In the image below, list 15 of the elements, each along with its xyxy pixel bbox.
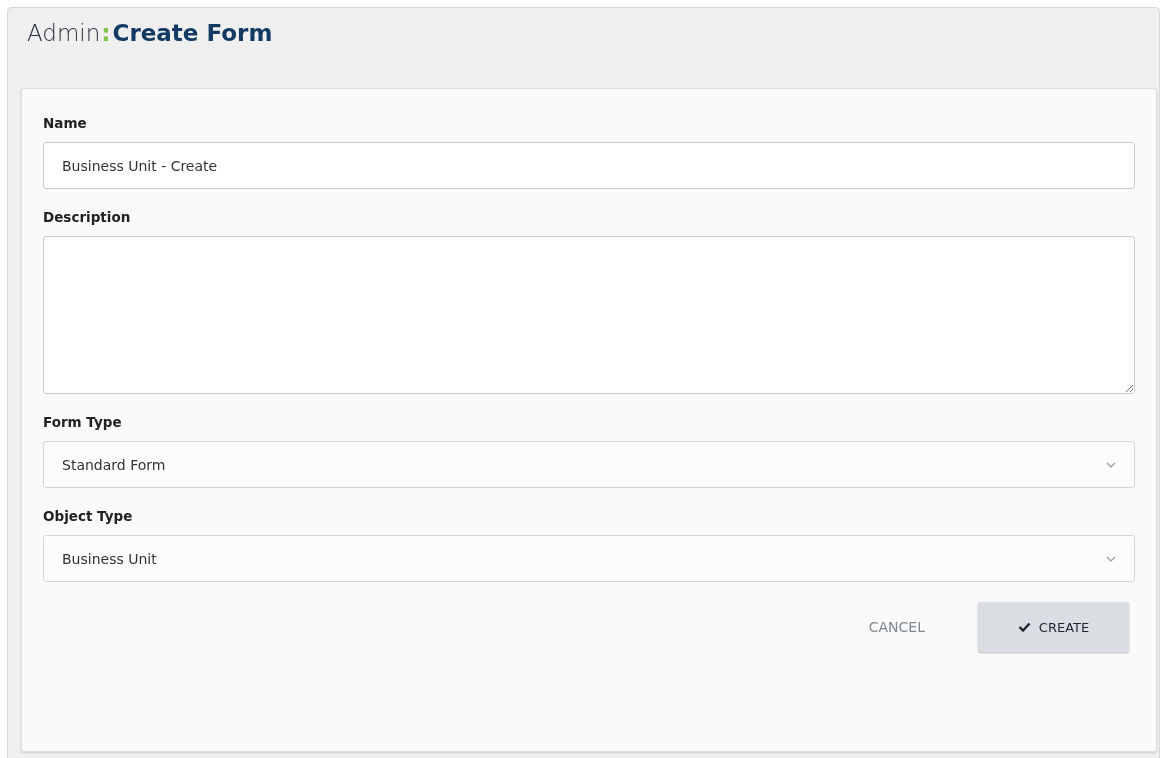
section-title: Admin	[27, 20, 101, 46]
title-separator: :	[101, 20, 111, 46]
create-button[interactable]: CREATE	[978, 602, 1129, 652]
field-label: Description	[43, 209, 131, 225]
chevron-down-icon	[1106, 555, 1116, 562]
dropdown[interactable]: Business Unit	[43, 535, 1135, 582]
field-label: Form Type	[43, 414, 122, 430]
check-icon	[1017, 622, 1031, 632]
field-label: Name	[43, 115, 87, 131]
dropdown[interactable]: Standard Form	[43, 441, 1135, 488]
text-area[interactable]	[43, 236, 1135, 394]
chevron-down-icon	[1106, 461, 1116, 468]
page-title: Create Form	[112, 20, 273, 46]
input-field[interactable]: Business Unit - Create	[43, 142, 1135, 189]
field-label: Object Type	[43, 508, 133, 524]
